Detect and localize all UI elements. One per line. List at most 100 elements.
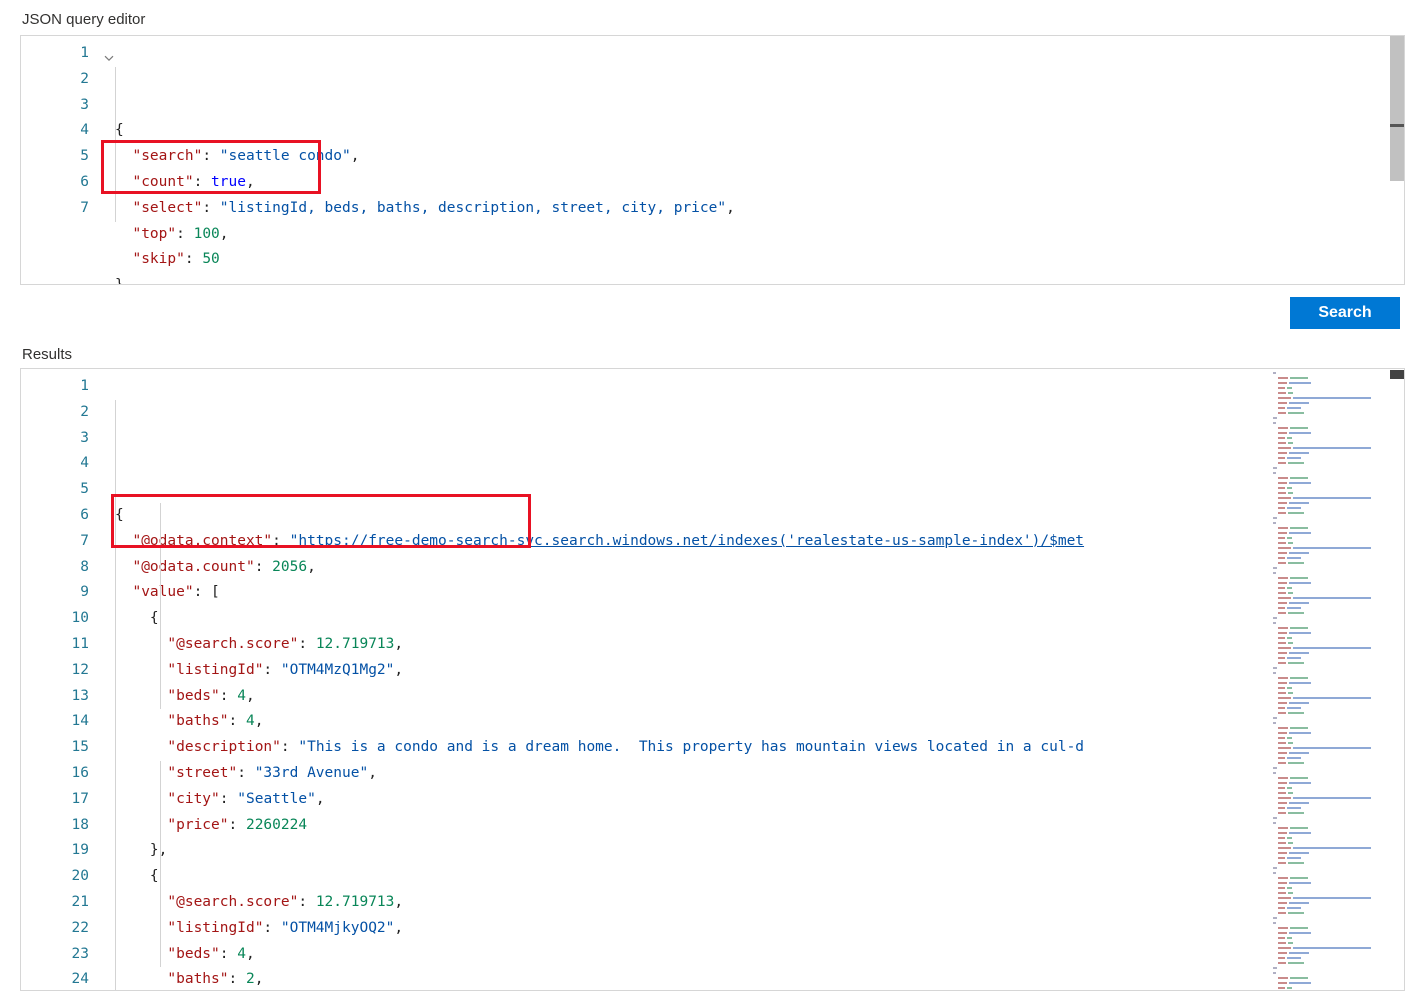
token-num: 12.719713 [316,894,395,910]
minimap-segment [1287,437,1292,439]
code-line: "price": 2260224 [115,813,1404,839]
code-line: "beds": 4, [115,684,1404,710]
minimap-segment [1273,872,1276,874]
search-button[interactable]: Search [1290,297,1400,329]
line-number: 19 [21,838,99,864]
minimap-segment [1287,857,1301,859]
line-number: 16 [21,761,99,787]
token-punct: , [307,559,316,575]
minimap-segment [1278,627,1288,629]
token-num: 4 [237,688,246,704]
json-query-editor[interactable]: 1234567 { "search": "seattle condo", "co… [20,35,1405,285]
token-key: "top" [132,226,176,242]
minimap-segment [1278,682,1287,684]
minimap-segment [1288,892,1293,894]
minimap-segment [1278,937,1285,939]
line-number: 24 [21,967,99,991]
minimap-segment [1290,727,1308,729]
token-plain [115,610,150,626]
page-root: JSON query editor 1234567 { "search": "s… [0,0,1405,991]
scrollbar-marker [1390,124,1404,127]
token-punct: : [220,791,237,807]
json-query-editor-body[interactable]: 1234567 { "search": "seattle condo", "co… [21,36,1404,284]
minimap-segment [1278,747,1291,749]
scrollbar-thumb[interactable] [1390,370,1404,379]
minimap-segment [1278,707,1285,709]
minimap-segment [1288,512,1304,514]
minimap-segment [1278,982,1287,984]
token-punct: : [298,636,315,652]
line-number: 21 [21,890,99,916]
results-editor-body[interactable]: 123456789101112131415161718192021222324 … [21,369,1404,990]
token-key: "count" [132,174,193,190]
token-key: "@search.score" [167,894,298,910]
minimap-segment [1287,637,1292,639]
code-line: "top": 100, [115,222,1404,248]
minimap-segment [1290,977,1308,979]
token-punct: : [298,894,315,910]
token-punct: : [202,148,219,164]
minimap-segment [1278,657,1285,659]
token-plain [115,251,132,267]
results-editor-code[interactable]: { "@odata.context": "https://free-demo-s… [99,369,1404,990]
code-line: "city": "Seattle", [115,787,1404,813]
minimap-segment [1278,887,1285,889]
json-query-editor-scrollbar[interactable] [1390,36,1404,284]
minimap-segment [1273,422,1276,424]
results-editor-scrollbar[interactable] [1390,369,1404,990]
minimap-segment [1289,582,1311,584]
minimap-segment [1288,792,1293,794]
token-punct: , [351,148,360,164]
token-plain [115,971,167,987]
token-num: 50 [202,251,219,267]
minimap-segment [1278,637,1285,639]
minimap-segment [1288,742,1293,744]
minimap-segment [1289,382,1311,384]
minimap-segment [1273,717,1277,719]
minimap-segment [1287,687,1292,689]
minimap-segment [1288,642,1293,644]
minimap-segment [1289,682,1311,684]
minimap-segment [1289,452,1309,454]
results-minimap[interactable] [1269,370,1389,989]
results-editor[interactable]: 123456789101112131415161718192021222324 … [20,368,1405,991]
json-query-editor-code[interactable]: { "search": "seattle condo", "count": tr… [99,36,1404,284]
minimap-segment [1278,702,1287,704]
line-number: 13 [21,684,99,710]
minimap-segment [1278,647,1291,649]
token-str: "OTM4MzQ1Mg2" [281,662,395,678]
token-key: "price" [167,817,228,833]
token-punct: : [281,739,298,755]
token-punct: { [115,122,124,138]
minimap-segment [1278,792,1286,794]
token-punct: , [316,791,325,807]
token-key: "select" [132,200,202,216]
minimap-segment [1273,972,1276,974]
minimap-segment [1278,977,1288,979]
minimap-segment [1278,487,1285,489]
line-number: 5 [21,477,99,503]
token-punct: : [263,920,280,936]
minimap-segment [1289,502,1309,504]
minimap-segment [1278,607,1285,609]
token-punct: , [726,200,735,216]
code-line: "listingId": "OTM4MzQ1Mg2", [115,658,1404,684]
token-plain [115,713,167,729]
minimap-segment [1278,507,1285,509]
token-str: "Seattle" [237,791,316,807]
token-plain [115,200,132,216]
token-punct: : [229,971,246,987]
minimap-segment [1278,492,1286,494]
scrollbar-thumb[interactable] [1390,36,1404,181]
minimap-segment [1290,877,1308,879]
minimap-segment [1293,547,1371,549]
minimap-segment [1293,447,1371,449]
line-number: 3 [21,93,99,119]
minimap-segment [1278,427,1288,429]
minimap-segment [1293,797,1371,799]
minimap-segment [1278,882,1287,884]
minimap-segment [1273,822,1276,824]
token-link[interactable]: https://free-demo-search-svc.search.wind… [298,533,1084,549]
line-number: 7 [21,529,99,555]
minimap-segment [1273,472,1276,474]
